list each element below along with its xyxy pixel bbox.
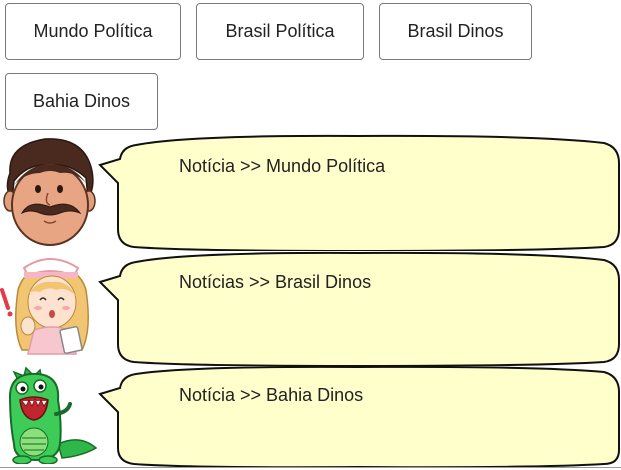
green-dinosaur-icon [8, 366, 98, 464]
message-row: Notícia >> Bahia Dinos [0, 364, 621, 468]
mundo-politica-button[interactable]: Mundo Política [5, 3, 181, 60]
brasil-politica-button[interactable]: Brasil Política [196, 3, 364, 60]
speech-bubble [98, 365, 620, 468]
bahia-dinos-button[interactable]: Bahia Dinos [5, 73, 158, 130]
nurse-girl-icon [0, 258, 89, 355]
mustache-man-icon [3, 138, 96, 246]
message-text: Notícia >> Bahia Dinos [179, 385, 364, 405]
speech-bubble [98, 134, 620, 251]
message-text: Notícias >> Brasil Dinos [179, 272, 372, 292]
message-row: Notícias >> Brasil Dinos [0, 250, 621, 366]
message-text: Notícia >> Mundo Política [179, 156, 386, 176]
message-row: Notícia >> Mundo Política [0, 133, 621, 251]
brasil-dinos-button[interactable]: Brasil Dinos [379, 3, 532, 60]
speech-bubble [98, 251, 620, 366]
bottom-divider [0, 467, 621, 468]
